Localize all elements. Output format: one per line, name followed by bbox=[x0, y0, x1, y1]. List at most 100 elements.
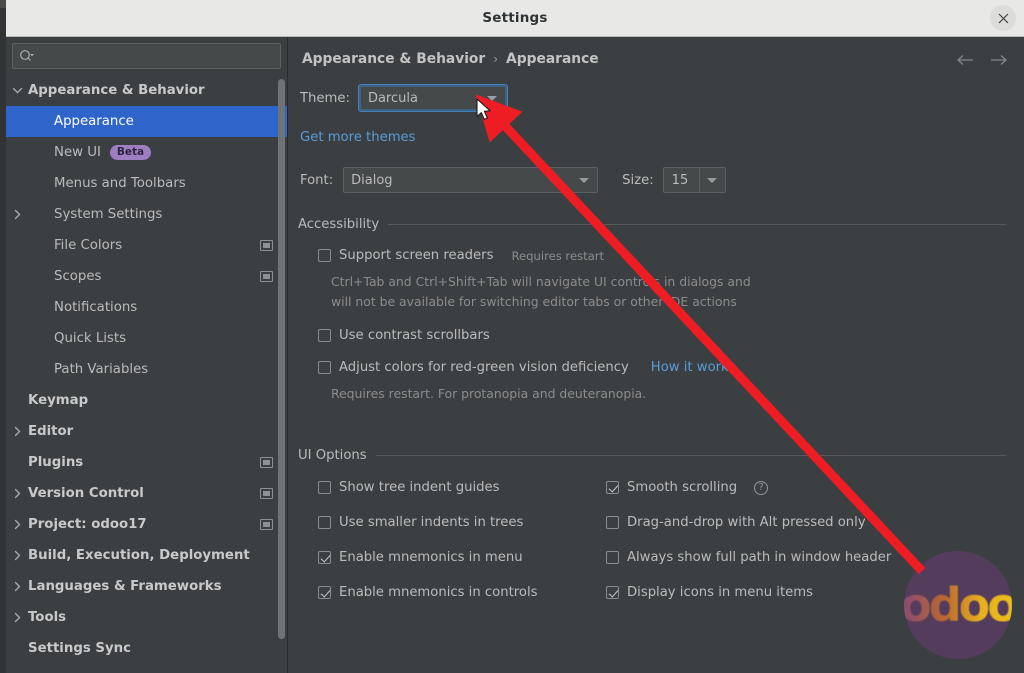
font-chevron-down-icon[interactable] bbox=[571, 177, 597, 183]
sidebar-item-quick-lists[interactable]: Quick Lists bbox=[6, 323, 287, 354]
forward-arrow-icon[interactable] bbox=[990, 51, 1008, 70]
tree-arrow-cell bbox=[6, 209, 28, 220]
tree-arrow-cell bbox=[6, 488, 28, 499]
always-show-full-path-in-window-header-label: Always show full path in window header bbox=[627, 550, 892, 565]
chevron-down-icon[interactable] bbox=[12, 85, 23, 96]
get-more-themes-link[interactable]: Get more themes bbox=[300, 130, 416, 145]
sidebar-item-label: Appearance & Behavior bbox=[28, 83, 205, 98]
theme-value: Darcula bbox=[367, 90, 418, 106]
theme-combobox[interactable]: Darcula bbox=[357, 84, 508, 112]
support-screen-readers-checkbox[interactable] bbox=[318, 249, 331, 262]
sidebar-item-editor[interactable]: Editor bbox=[6, 416, 287, 447]
chevron-right-icon[interactable] bbox=[12, 612, 23, 623]
sidebar-scrollbar-thumb[interactable] bbox=[278, 79, 285, 639]
enable-mnemonics-in-menu-checkbox[interactable] bbox=[318, 551, 331, 564]
enable-mnemonics-in-controls-row[interactable]: Enable mnemonics in controls bbox=[318, 585, 537, 600]
sidebar-item-label: Project: odoo17 bbox=[28, 517, 147, 532]
sidebar-item-plugins[interactable]: Plugins bbox=[6, 447, 287, 478]
adjust-colors-desc: Requires restart. For protanopia and deu… bbox=[331, 386, 647, 401]
theme-row: Theme: Darcula bbox=[300, 84, 508, 112]
sidebar-item-label: Editor bbox=[28, 424, 74, 439]
chevron-right-icon[interactable] bbox=[12, 209, 23, 220]
support-screen-readers-row[interactable]: Support screen readers Requires restart bbox=[318, 248, 604, 263]
sidebar-item-new-ui[interactable]: New UI Beta bbox=[6, 137, 287, 168]
adjust-colors-row[interactable]: Adjust colors for red-green vision defic… bbox=[318, 360, 736, 375]
sidebar-item-file-colors[interactable]: File Colors bbox=[6, 230, 287, 261]
sidebar-item-label: System Settings bbox=[54, 207, 163, 222]
use-contrast-scrollbars-row[interactable]: Use contrast scrollbars bbox=[318, 328, 490, 343]
close-button[interactable] bbox=[990, 5, 1016, 31]
sidebar-item-label: Notifications bbox=[54, 300, 138, 315]
configurable-indicator-icon bbox=[260, 488, 273, 499]
sidebar-item-menus-and-toolbars[interactable]: Menus and Toolbars bbox=[6, 168, 287, 199]
sidebar-scrollbar[interactable] bbox=[278, 79, 285, 639]
smooth-scrolling-label: Smooth scrolling bbox=[627, 480, 738, 495]
sidebar-item-notifications[interactable]: Notifications bbox=[6, 292, 287, 323]
support-screen-readers-desc-line2: will not be available for switching edit… bbox=[331, 294, 737, 309]
sidebar-item-appearance-behavior[interactable]: Appearance & Behavior bbox=[6, 75, 287, 106]
show-tree-indent-guides-checkbox[interactable] bbox=[318, 481, 331, 494]
chevron-right-icon[interactable] bbox=[12, 550, 23, 561]
drag-and-drop-with-alt-pressed-only-row[interactable]: Drag-and-drop with Alt pressed only bbox=[606, 515, 866, 530]
window-title: Settings bbox=[482, 10, 548, 26]
chevron-right-icon[interactable] bbox=[12, 488, 23, 499]
sidebar-item-settings-sync[interactable]: Settings Sync bbox=[6, 633, 287, 664]
use-smaller-indents-in-trees-row[interactable]: Use smaller indents in trees bbox=[318, 515, 523, 530]
sidebar-item-project-odoo17[interactable]: Project: odoo17 bbox=[6, 509, 287, 540]
enable-mnemonics-in-controls-checkbox[interactable] bbox=[318, 586, 331, 599]
always-show-full-path-in-window-header-checkbox[interactable] bbox=[606, 551, 619, 564]
chevron-right-icon[interactable] bbox=[12, 519, 23, 530]
titlebar: Settings bbox=[6, 0, 1024, 37]
use-smaller-indents-in-trees-label: Use smaller indents in trees bbox=[339, 515, 524, 530]
settings-tree[interactable]: Appearance & Behavior Appearance New UI Bet… bbox=[6, 75, 287, 673]
font-size-chevron-down-icon[interactable] bbox=[698, 168, 725, 192]
always-show-full-path-in-window-header-row[interactable]: Always show full path in window header bbox=[606, 550, 891, 565]
sidebar-item-keymap[interactable]: Keymap bbox=[6, 385, 287, 416]
adjust-colors-checkbox[interactable] bbox=[318, 361, 331, 374]
help-icon[interactable]: ? bbox=[754, 480, 769, 495]
font-row: Font: Dialog Size: 15 bbox=[300, 167, 726, 193]
drag-and-drop-with-alt-pressed-only-label: Drag-and-drop with Alt pressed only bbox=[627, 515, 866, 530]
search-box[interactable] bbox=[12, 43, 281, 69]
settings-dialog-window: Settings Appearance & Behavior Appearanc… bbox=[0, 0, 1024, 673]
sidebar-item-label: Settings Sync bbox=[28, 641, 131, 656]
font-label: Font: bbox=[300, 172, 334, 188]
display-icons-in-menu-items-row[interactable]: Display icons in menu items bbox=[606, 585, 813, 600]
chevron-right-icon[interactable] bbox=[12, 581, 23, 592]
font-size-combobox[interactable]: 15 bbox=[662, 167, 726, 193]
tree-arrow-cell bbox=[6, 85, 28, 96]
use-contrast-scrollbars-checkbox[interactable] bbox=[318, 329, 331, 342]
settings-content-pane: Appearance & Behavior › Appearance Theme… bbox=[288, 37, 1024, 673]
sidebar-item-path-variables[interactable]: Path Variables bbox=[6, 354, 287, 385]
sidebar-item-label: Appearance bbox=[54, 114, 134, 129]
how-it-works-link[interactable]: How it works bbox=[651, 360, 736, 375]
chevron-down-icon[interactable] bbox=[479, 95, 505, 101]
drag-and-drop-with-alt-pressed-only-checkbox[interactable] bbox=[606, 516, 619, 529]
display-icons-in-menu-items-checkbox[interactable] bbox=[606, 586, 619, 599]
tree-arrow-cell bbox=[6, 519, 28, 530]
enable-mnemonics-in-menu-label: Enable mnemonics in menu bbox=[339, 550, 523, 565]
sidebar-item-label: Menus and Toolbars bbox=[54, 176, 186, 191]
tree-arrow-cell bbox=[6, 581, 28, 592]
show-tree-indent-guides-label: Show tree indent guides bbox=[339, 480, 500, 495]
sidebar-item-languages-frameworks[interactable]: Languages & Frameworks bbox=[6, 571, 287, 602]
use-smaller-indents-in-trees-checkbox[interactable] bbox=[318, 516, 331, 529]
search-input[interactable] bbox=[34, 47, 274, 65]
sidebar-item-appearance[interactable]: Appearance bbox=[6, 106, 287, 137]
smooth-scrolling-row[interactable]: Smooth scrolling? bbox=[606, 480, 769, 495]
sidebar-item-label: Scopes bbox=[54, 269, 102, 284]
configurable-indicator-icon bbox=[260, 240, 273, 251]
font-combobox[interactable]: Dialog bbox=[343, 167, 599, 193]
back-arrow-icon[interactable] bbox=[956, 51, 974, 70]
sidebar-item-version-control[interactable]: Version Control bbox=[6, 478, 287, 509]
sidebar-item-system-settings[interactable]: System Settings bbox=[6, 199, 287, 230]
configurable-indicator-icon bbox=[260, 271, 273, 282]
breadcrumb-parent[interactable]: Appearance & Behavior bbox=[302, 51, 485, 67]
sidebar-item-build-execution-deployment[interactable]: Build, Execution, Deployment bbox=[6, 540, 287, 571]
show-tree-indent-guides-row[interactable]: Show tree indent guides bbox=[318, 480, 499, 495]
enable-mnemonics-in-menu-row[interactable]: Enable mnemonics in menu bbox=[318, 550, 523, 565]
sidebar-item-scopes[interactable]: Scopes bbox=[6, 261, 287, 292]
sidebar-item-tools[interactable]: Tools bbox=[6, 602, 287, 633]
smooth-scrolling-checkbox[interactable] bbox=[606, 481, 619, 494]
chevron-right-icon[interactable] bbox=[12, 426, 23, 437]
